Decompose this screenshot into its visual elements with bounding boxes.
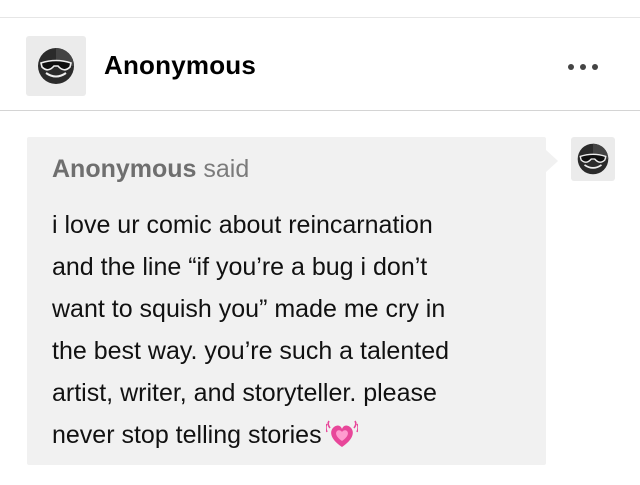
asker-name[interactable]: Anonymous bbox=[52, 155, 196, 183]
ask-bubble-tail bbox=[546, 150, 558, 172]
message-line: artist, writer, and storyteller. please bbox=[52, 379, 437, 407]
said-label: said bbox=[203, 155, 250, 183]
blog-avatar[interactable] bbox=[26, 36, 86, 96]
growing-heart-icon bbox=[325, 420, 358, 447]
asker-avatar[interactable] bbox=[571, 137, 615, 181]
message-line-text: never stop telling stories bbox=[52, 421, 322, 449]
anonymous-sunglasses-icon bbox=[577, 143, 609, 175]
more-dot bbox=[592, 64, 598, 70]
message-line-last: never stop telling stories bbox=[52, 414, 532, 456]
message-line: i love ur comic about reincarnation bbox=[52, 211, 433, 239]
anonymous-sunglasses-icon bbox=[38, 48, 74, 84]
more-dot bbox=[580, 64, 586, 70]
message-line: want to squish you” made me cry in bbox=[52, 295, 446, 323]
ask-message: i love ur comic about reincarnation and … bbox=[52, 204, 532, 456]
blog-username[interactable]: Anonymous bbox=[104, 50, 256, 81]
asker-attribution: Anonymous said bbox=[52, 155, 249, 184]
more-dot bbox=[568, 64, 574, 70]
more-options-button[interactable] bbox=[560, 52, 606, 82]
message-line: the best way. you’re such a talented bbox=[52, 337, 449, 365]
post-header: Anonymous bbox=[0, 18, 640, 111]
message-line: and the line “if you’re a bug i don’t bbox=[52, 253, 428, 281]
